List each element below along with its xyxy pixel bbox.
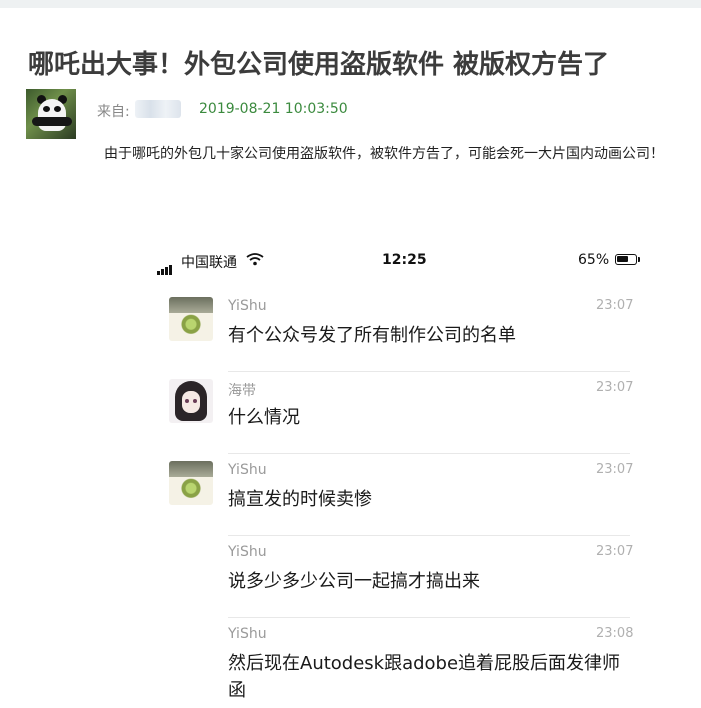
chat-message[interactable]: YiShu 23:07 有个公众号发了所有制作公司的名单 xyxy=(150,290,650,372)
message-time: 23:07 xyxy=(596,380,634,395)
author-avatar[interactable] xyxy=(26,89,76,139)
page-top-bar xyxy=(0,0,701,8)
chat-message[interactable]: YiShu 23:08 然后现在Autodesk跟adobe追着屁股后面发律师函 xyxy=(150,618,650,708)
message-time: 23:08 xyxy=(596,626,634,641)
battery-tip xyxy=(638,257,640,262)
sender-name: YiShu xyxy=(228,462,267,478)
green-eye-avatar[interactable] xyxy=(169,461,213,505)
message-text: 有个公众号发了所有制作公司的名单 xyxy=(228,325,516,346)
battery-percent: 65% xyxy=(578,252,610,268)
phone-status-bar: 中国联通 12:25 65% xyxy=(150,245,650,275)
carrier-name: 中国联通 xyxy=(181,255,237,271)
message-text: 然后现在Autodesk跟adobe追着屁股后面发律师函 xyxy=(228,653,621,701)
battery-fill xyxy=(617,256,628,262)
wifi-icon xyxy=(246,251,264,270)
signal-bars-icon xyxy=(157,256,173,275)
message-text: 说多少多少公司一起搞才搞出来 xyxy=(228,571,480,592)
panda-eye-right xyxy=(54,106,61,112)
phone-time: 12:25 xyxy=(382,252,427,268)
anime-girl-avatar[interactable] xyxy=(169,379,213,423)
sender-name: YiShu xyxy=(228,544,267,560)
battery-icon xyxy=(615,254,637,265)
phone-screenshot: 中国联通 12:25 65% YiShu 23:07 有个公众号发了所有制作公司… xyxy=(150,245,650,708)
message-text: 搞宣发的时候卖惨 xyxy=(228,489,372,510)
message-time: 23:07 xyxy=(596,462,634,477)
sender-name: YiShu xyxy=(228,626,267,642)
article-description: 由于哪吒的外包几十家公司使用盗版软件，被软件方告了，可能会死一大片国内动画公司！ xyxy=(104,146,664,162)
panda-eye-left xyxy=(43,106,50,112)
chat-message[interactable]: 海带 23:07 什么情况 xyxy=(150,372,650,454)
author-name-blurred[interactable] xyxy=(135,100,181,118)
post-date: 2019-08-21 10:03:50 xyxy=(199,101,348,117)
from-label: 来自: xyxy=(97,104,130,120)
article-title: 哪吒出大事！外包公司使用盗版软件 被版权方告了 xyxy=(28,50,610,80)
panda-body xyxy=(38,99,66,131)
sender-name: 海带 xyxy=(228,383,256,399)
chat-message[interactable]: YiShu 23:07 说多少多少公司一起搞才搞出来 xyxy=(150,536,650,618)
message-time: 23:07 xyxy=(596,298,634,313)
green-eye-avatar[interactable] xyxy=(169,297,213,341)
sender-name: YiShu xyxy=(228,298,267,314)
message-time: 23:07 xyxy=(596,544,634,559)
chat-message[interactable]: YiShu 23:07 搞宣发的时候卖惨 xyxy=(150,454,650,536)
message-text: 什么情况 xyxy=(228,407,300,428)
panda-arm xyxy=(32,117,72,126)
